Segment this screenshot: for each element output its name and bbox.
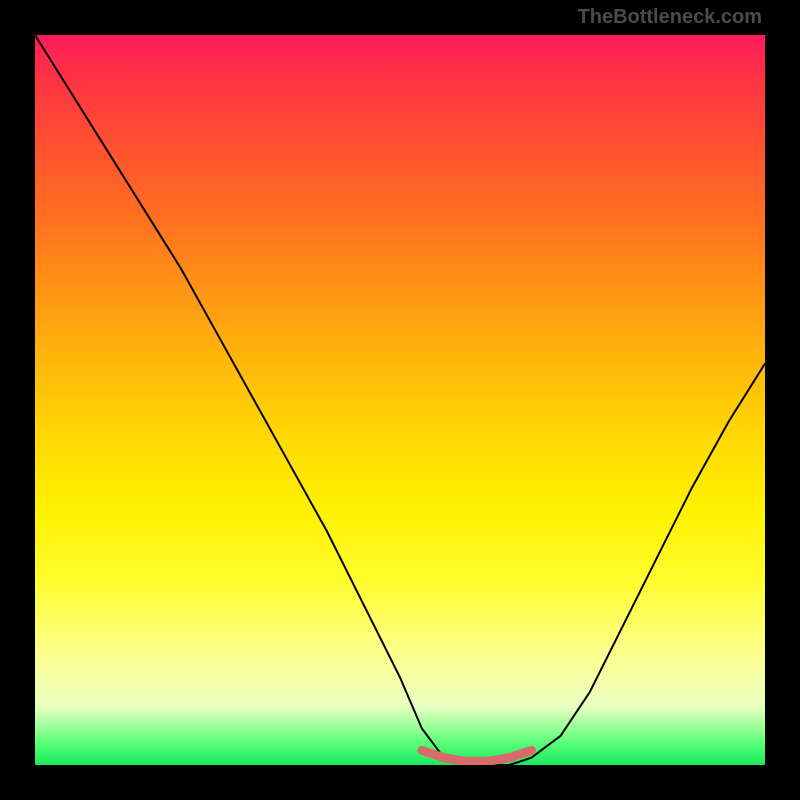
watermark-label: TheBottleneck.com (578, 6, 762, 29)
curve-svg (35, 35, 765, 765)
chart-container: TheBottleneck.com (0, 0, 800, 800)
bottleneck-curve-line (35, 35, 765, 765)
bottom-marker-line (422, 750, 532, 761)
plot-area (35, 35, 765, 765)
